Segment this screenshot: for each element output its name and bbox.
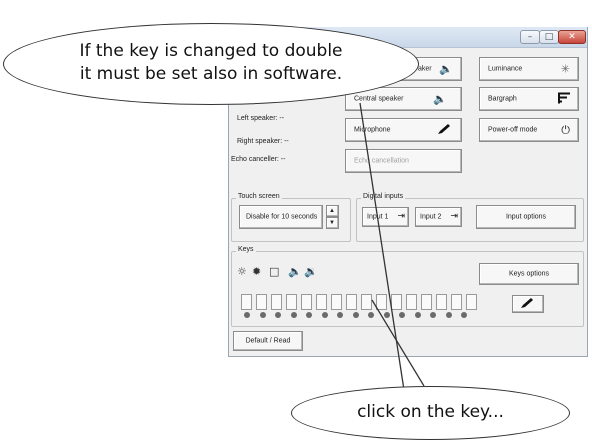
- callout-pointer-left: [359, 102, 405, 391]
- top-callout-bubble: If the key is changed to double it must …: [3, 23, 419, 105]
- bottom-callout-bubble: click on the key...: [291, 386, 570, 440]
- top-callout-line1: If the key is changed to double: [79, 41, 343, 61]
- callout-pointer-right: [371, 299, 425, 387]
- top-callout-line2: it must be set also in software.: [79, 64, 343, 84]
- bottom-callout-text: click on the key...: [357, 402, 504, 422]
- top-callout-text: If the key is changed to double it must …: [4, 40, 418, 86]
